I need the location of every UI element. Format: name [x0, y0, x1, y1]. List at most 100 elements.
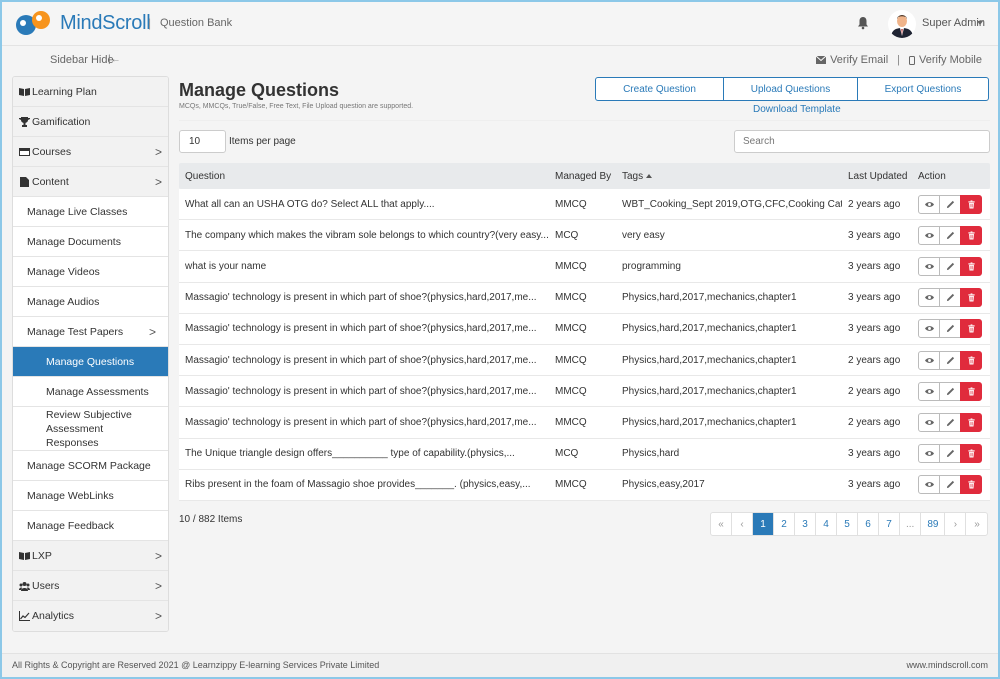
items-per-page-label: Items per page — [229, 136, 296, 147]
header-page-name: Question Bank — [160, 17, 233, 29]
next-page-button[interactable]: › — [945, 513, 967, 535]
delete-button[interactable] — [960, 288, 982, 308]
eye-icon — [924, 451, 934, 456]
page-button[interactable]: 5 — [837, 513, 858, 535]
delete-button[interactable] — [960, 319, 982, 339]
trash-icon — [967, 355, 975, 365]
delete-button[interactable] — [960, 350, 982, 370]
edit-button[interactable] — [939, 350, 961, 370]
edit-button[interactable] — [939, 475, 961, 495]
download-template-link[interactable]: Download Template — [753, 104, 841, 115]
questions-table: Question Managed By Tags Last Updated Ac… — [179, 163, 990, 501]
sidebar-item-review-subjective[interactable]: Review Subjective Assessment Responses — [13, 407, 168, 451]
export-questions-button[interactable]: Export Questions — [857, 77, 989, 101]
user-name[interactable]: Super Admin — [922, 17, 985, 29]
sidebar-item-lxp[interactable]: LXP > — [13, 541, 168, 571]
user-avatar[interactable] — [888, 10, 916, 38]
sidebar-item-gamification[interactable]: Gamification — [13, 107, 168, 137]
view-button[interactable] — [918, 475, 940, 495]
sidebar-item-label: Analytics — [32, 610, 75, 622]
page-button[interactable]: 6 — [858, 513, 879, 535]
delete-button[interactable] — [960, 475, 982, 495]
sidebar-item-manage-weblinks[interactable]: Manage WebLinks — [13, 481, 168, 511]
view-button[interactable] — [918, 225, 940, 245]
sidebar-item-manage-questions[interactable]: Manage Questions — [13, 347, 168, 377]
sidebar-item-manage-videos[interactable]: Manage Videos — [13, 257, 168, 287]
delete-button[interactable] — [960, 444, 982, 464]
search-input[interactable] — [734, 130, 990, 153]
view-button[interactable] — [918, 412, 940, 432]
sidebar-item-manage-live-classes[interactable]: Manage Live Classes — [13, 197, 168, 227]
sidebar-item-learning-plan[interactable]: Learning Plan — [13, 77, 168, 107]
sidebar-hide-toggle[interactable]: Sidebar Hide — [50, 54, 114, 66]
question-text[interactable]: The company which makes the vibram sole … — [179, 230, 549, 241]
items-per-page-input[interactable]: 10 — [179, 130, 226, 153]
edit-button[interactable] — [939, 319, 961, 339]
sidebar-item-content[interactable]: Content > — [13, 167, 168, 197]
view-button[interactable] — [918, 381, 940, 401]
view-button[interactable] — [918, 350, 940, 370]
view-button[interactable] — [918, 444, 940, 464]
sidebar-item-users[interactable]: Users > — [13, 571, 168, 601]
bell-icon[interactable] — [856, 16, 870, 30]
last-page-button[interactable]: » — [966, 513, 987, 535]
tags: Physics,hard — [622, 448, 680, 460]
verify-email-link[interactable]: Verify Email — [830, 54, 888, 66]
question-text[interactable]: Massagio' technology is present in which… — [179, 386, 549, 397]
view-button[interactable] — [918, 319, 940, 339]
page-button[interactable]: 4 — [816, 513, 837, 535]
question-text[interactable]: Massagio' technology is present in which… — [179, 417, 549, 428]
delete-button[interactable] — [960, 225, 982, 245]
eye-icon — [924, 232, 934, 238]
trash-icon — [967, 200, 975, 209]
sidebar-item-analytics[interactable]: Analytics > — [13, 601, 168, 631]
edit-button[interactable] — [939, 381, 961, 401]
edit-button[interactable] — [939, 288, 961, 308]
column-header-question[interactable]: Question — [179, 171, 549, 182]
upload-questions-button[interactable]: Upload Questions — [723, 77, 858, 101]
delete-button[interactable] — [960, 194, 982, 214]
delete-button[interactable] — [960, 256, 982, 276]
edit-button[interactable] — [939, 256, 961, 276]
edit-button[interactable] — [939, 444, 961, 464]
view-button[interactable] — [918, 256, 940, 276]
sidebar-item-manage-scorm[interactable]: Manage SCORM Package — [13, 451, 168, 481]
brand-logo[interactable]: MindScroll — [14, 10, 151, 36]
edit-button[interactable] — [939, 225, 961, 245]
caret-down-icon[interactable] — [977, 21, 983, 25]
column-header-last-updated[interactable]: Last Updated — [842, 171, 912, 182]
delete-button[interactable] — [960, 381, 982, 401]
page-button[interactable]: 89 — [921, 513, 946, 535]
first-page-button[interactable]: « — [711, 513, 732, 535]
view-button[interactable] — [918, 288, 940, 308]
view-button[interactable] — [918, 194, 940, 214]
question-text[interactable]: Massagio' technology is present in which… — [179, 292, 549, 303]
mindscroll-logo-icon — [16, 11, 50, 35]
question-text[interactable]: Massagio' technology is present in which… — [179, 355, 549, 366]
prev-page-button[interactable]: ‹ — [732, 513, 753, 535]
sidebar-item-manage-test-papers[interactable]: Manage Test Papers > — [13, 317, 168, 347]
sidebar-item-manage-audios[interactable]: Manage Audios — [13, 287, 168, 317]
question-text[interactable]: Massagio' technology is present in which… — [179, 323, 549, 334]
question-text[interactable]: What all can an USHA OTG do? Select ALL … — [179, 199, 549, 210]
footer-website-link[interactable]: www.mindscroll.com — [906, 660, 988, 670]
page-button[interactable]: 1 — [753, 513, 774, 535]
edit-button[interactable] — [939, 412, 961, 432]
sidebar-item-courses[interactable]: Courses > — [13, 137, 168, 167]
create-question-button[interactable]: Create Question — [595, 77, 724, 101]
delete-button[interactable] — [960, 412, 982, 432]
edit-button[interactable] — [939, 194, 961, 214]
collapse-left-icon[interactable]: |← — [108, 54, 121, 65]
page-button[interactable]: 7 — [879, 513, 900, 535]
sidebar-item-manage-assessments[interactable]: Manage Assessments — [13, 377, 168, 407]
column-header-managed-by[interactable]: Managed By — [549, 171, 616, 182]
question-text[interactable]: The Unique triangle design offers_______… — [179, 448, 549, 459]
sidebar-item-manage-feedback[interactable]: Manage Feedback — [13, 511, 168, 541]
sidebar-item-manage-documents[interactable]: Manage Documents — [13, 227, 168, 257]
page-button[interactable]: 2 — [774, 513, 795, 535]
question-text[interactable]: what is your name — [179, 261, 549, 272]
question-text[interactable]: Ribs present in the foam of Massagio sho… — [179, 479, 549, 490]
column-header-tags[interactable]: Tags — [616, 171, 842, 182]
page-button[interactable]: 3 — [795, 513, 816, 535]
verify-mobile-link[interactable]: Verify Mobile — [919, 54, 982, 66]
